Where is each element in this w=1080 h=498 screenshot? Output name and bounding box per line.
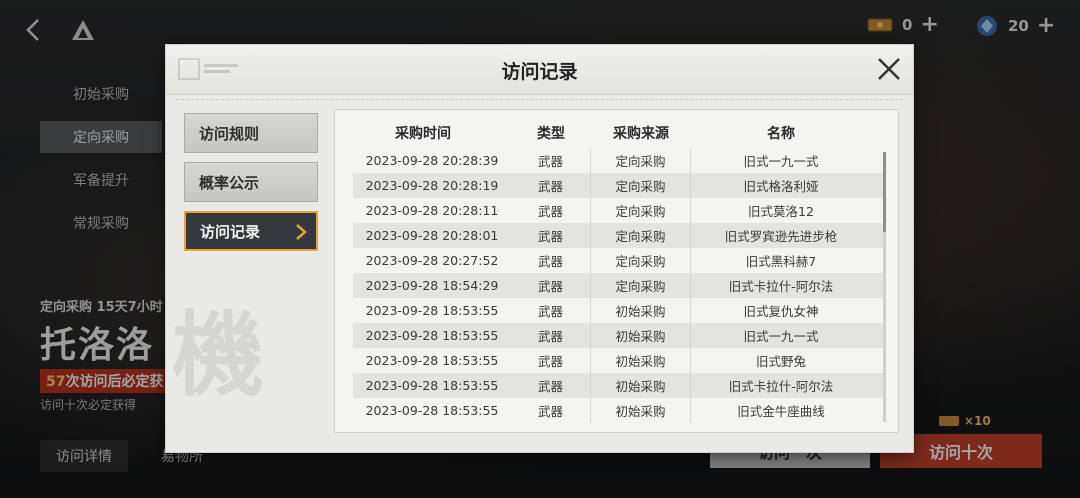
cell-type: 武器 bbox=[511, 223, 591, 248]
cell-name: 旧式莫洛12 bbox=[748, 204, 814, 219]
cell-time: 2023-09-28 18:53:55 bbox=[365, 403, 499, 418]
table-header: 采购时间 类型 采购来源 名称 bbox=[335, 120, 898, 146]
tab-label: 概率公示 bbox=[199, 173, 260, 192]
cell-time: 2023-09-28 20:27:52 bbox=[365, 253, 499, 268]
header-name: 名称 bbox=[767, 126, 795, 142]
cell-source: 定向采购 bbox=[591, 198, 691, 223]
table-row: 2023-09-28 18:53:55 武器 初始采购 旧式卡拉什-阿尔法 bbox=[353, 373, 883, 398]
cell-time: 2023-09-28 18:53:55 bbox=[365, 328, 499, 343]
visit-record-modal: 访问记录 機 访问规则 概率公示 访问记录 采购时间 类型 采购来源 名称 20… bbox=[166, 45, 913, 452]
cell-name: 旧式野兔 bbox=[755, 354, 806, 369]
record-table: 采购时间 类型 采购来源 名称 2023-09-28 20:28:39 武器 定向采… bbox=[334, 109, 899, 433]
scrollbar[interactable] bbox=[883, 152, 886, 422]
watermark-glyph: 機 bbox=[172, 301, 265, 409]
cell-time: 2023-09-28 18:53:55 bbox=[365, 378, 499, 393]
cell-source: 定向采购 bbox=[591, 173, 691, 198]
cell-type: 武器 bbox=[511, 298, 591, 323]
cell-source: 定向采购 bbox=[591, 273, 691, 298]
tab-probability[interactable]: 概率公示 bbox=[184, 162, 318, 202]
cell-type: 武器 bbox=[511, 248, 591, 273]
cell-source: 初始采购 bbox=[591, 323, 691, 348]
cell-type: 武器 bbox=[511, 373, 591, 398]
cell-type: 武器 bbox=[511, 173, 591, 198]
cell-name: 旧式卡拉什-阿尔法 bbox=[728, 379, 834, 394]
table-row: 2023-09-28 20:28:39 武器 定向采购 旧式一九一式 bbox=[353, 148, 883, 173]
cell-source: 初始采购 bbox=[591, 373, 691, 398]
table-row: 2023-09-28 18:53:55 武器 初始采购 旧式一九一式 bbox=[353, 323, 883, 348]
cell-name: 旧式金牛座曲线 bbox=[737, 404, 825, 419]
table-row: 2023-09-28 20:27:52 武器 定向采购 旧式黑科赫7 bbox=[353, 248, 883, 273]
cell-source: 定向采购 bbox=[591, 148, 691, 173]
cell-type: 武器 bbox=[511, 323, 591, 348]
cell-source: 初始采购 bbox=[591, 398, 691, 423]
close-icon[interactable] bbox=[875, 55, 903, 83]
header-time: 采购时间 bbox=[395, 126, 451, 142]
table-row: 2023-09-28 20:28:19 武器 定向采购 旧式格洛利娅 bbox=[353, 173, 883, 198]
modal-header: 访问记录 bbox=[166, 45, 913, 95]
cell-name: 旧式格洛利娅 bbox=[743, 179, 819, 194]
cell-time: 2023-09-28 20:28:19 bbox=[365, 178, 499, 193]
table-row: 2023-09-28 18:53:55 武器 初始采购 旧式复仇女神 bbox=[353, 298, 883, 323]
header-divider bbox=[176, 99, 903, 105]
cell-time: 2023-09-28 18:53:55 bbox=[365, 303, 499, 318]
cell-type: 武器 bbox=[511, 148, 591, 173]
cell-source: 定向采购 bbox=[591, 223, 691, 248]
cell-name: 旧式一九一式 bbox=[743, 154, 819, 169]
table-row: 2023-09-28 20:28:01 武器 定向采购 旧式罗宾逊先进步枪 bbox=[353, 223, 883, 248]
table-row: 2023-09-28 18:53:55 武器 初始采购 旧式野兔 bbox=[353, 348, 883, 373]
cell-source: 初始采购 bbox=[591, 298, 691, 323]
tab-label: 访问记录 bbox=[200, 222, 261, 241]
modal-title: 访问记录 bbox=[501, 61, 578, 83]
scrollbar-thumb[interactable] bbox=[883, 152, 886, 232]
table-body[interactable]: 2023-09-28 20:28:39 武器 定向采购 旧式一九一式 2023-09-2… bbox=[353, 148, 883, 423]
cell-name: 旧式罗宾逊先进步枪 bbox=[724, 229, 838, 244]
cell-time: 2023-09-28 18:54:29 bbox=[365, 278, 499, 293]
cell-type: 武器 bbox=[511, 348, 591, 373]
table-row: 2023-09-28 18:53:55 武器 初始采购 旧式金牛座曲线 bbox=[353, 398, 883, 423]
tab-visit-record[interactable]: 访问记录 bbox=[184, 211, 318, 251]
cell-time: 2023-09-28 18:53:55 bbox=[365, 353, 499, 368]
cell-name: 旧式黑科赫7 bbox=[745, 254, 817, 269]
tab-label: 访问规则 bbox=[199, 124, 260, 143]
cell-type: 武器 bbox=[511, 273, 591, 298]
cell-name: 旧式卡拉什-阿尔法 bbox=[728, 279, 834, 294]
table-row: 2023-09-28 20:28:11 武器 定向采购 旧式莫洛12 bbox=[353, 198, 883, 223]
table-row: 2023-09-28 18:54:29 武器 定向采购 旧式卡拉什-阿尔法 bbox=[353, 273, 883, 298]
cell-source: 初始采购 bbox=[591, 348, 691, 373]
cell-time: 2023-09-28 20:28:39 bbox=[365, 153, 499, 168]
cell-type: 武器 bbox=[511, 398, 591, 423]
cell-name: 旧式复仇女神 bbox=[743, 304, 819, 319]
header-source: 采购来源 bbox=[613, 126, 669, 142]
chevron-right-icon bbox=[296, 224, 307, 240]
header-type: 类型 bbox=[537, 126, 565, 142]
cell-time: 2023-09-28 20:28:01 bbox=[365, 228, 499, 243]
tab-visit-rules[interactable]: 访问规则 bbox=[184, 113, 318, 153]
cell-name: 旧式一九一式 bbox=[743, 329, 819, 344]
cell-source: 定向采购 bbox=[591, 248, 691, 273]
cell-type: 武器 bbox=[511, 198, 591, 223]
cell-time: 2023-09-28 20:28:11 bbox=[365, 203, 499, 218]
